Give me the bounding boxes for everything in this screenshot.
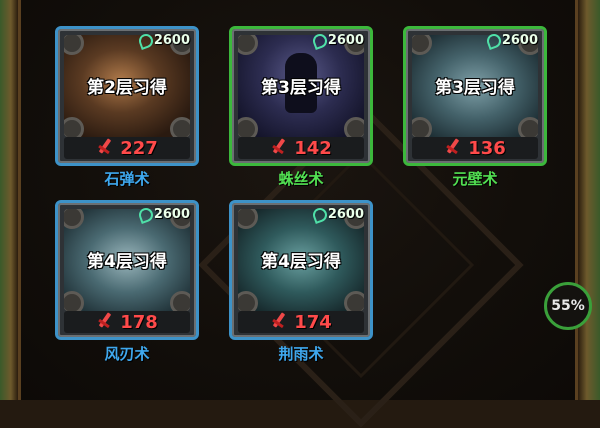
corner-swirl-icon — [344, 117, 364, 137]
jade-swirl-icon — [310, 205, 329, 224]
corner-swirl-icon — [64, 117, 84, 137]
skill-cost: 2600 — [136, 31, 190, 50]
power-bar: 174 — [238, 311, 364, 333]
power-bar: 142 — [238, 137, 364, 159]
power-value: 178 — [120, 311, 158, 333]
corner-swirl-icon — [344, 291, 364, 311]
jade-swirl-icon — [136, 31, 155, 50]
skill-card-yuanbishu[interactable]: 2600 第3层习得 136 — [403, 26, 547, 166]
corner-swirl-icon — [64, 209, 84, 229]
sword-icon — [96, 313, 114, 331]
jade-swirl-icon — [310, 31, 329, 50]
layer-requirement: 第4层习得 — [261, 252, 341, 272]
power-bar: 227 — [64, 137, 190, 159]
skill-card-shidanshu[interactable]: 2600 第2层习得 227 — [55, 26, 199, 166]
skill-card-jingyushu[interactable]: 2600 第4层习得 174 — [229, 200, 373, 340]
power-value: 227 — [120, 137, 158, 159]
cost-value: 2600 — [327, 207, 364, 222]
skill-name: 风刃术 — [104, 345, 150, 363]
cost-value: 2600 — [501, 33, 538, 48]
corner-swirl-icon — [170, 291, 190, 311]
corner-swirl-icon — [412, 35, 432, 55]
skill-name: 荆雨术 — [278, 345, 324, 363]
power-value: 174 — [294, 311, 332, 333]
skill-name: 蛛丝术 — [278, 170, 324, 188]
corner-swirl-icon — [238, 291, 258, 311]
power-value: 136 — [468, 137, 506, 159]
skill-card-fengrenshu[interactable]: 2600 第4层习得 178 — [55, 200, 199, 340]
layer-requirement: 第2层习得 — [87, 78, 167, 98]
sword-icon — [444, 139, 462, 157]
layer-requirement: 第3层习得 — [261, 78, 341, 98]
sword-icon — [270, 313, 288, 331]
layer-requirement: 第4层习得 — [87, 252, 167, 272]
corner-swirl-icon — [238, 35, 258, 55]
sword-icon — [96, 139, 114, 157]
skill-panel: 2600 第2层习得 227 石弹术 2600 第3层习得 142 蛛丝术 26… — [18, 0, 578, 428]
corner-swirl-icon — [64, 35, 84, 55]
skill-cost: 2600 — [310, 205, 364, 224]
skill-cost: 2600 — [136, 205, 190, 224]
skill-name: 石弹术 — [104, 170, 150, 188]
cost-value: 2600 — [153, 33, 190, 48]
cost-value: 2600 — [153, 207, 190, 222]
skill-name: 元壁术 — [452, 170, 498, 188]
progress-label: 55% — [551, 298, 585, 314]
layer-requirement: 第3层习得 — [435, 78, 515, 98]
jade-swirl-icon — [484, 31, 503, 50]
corner-swirl-icon — [238, 117, 258, 137]
corner-swirl-icon — [518, 117, 538, 137]
jade-swirl-icon — [136, 205, 155, 224]
skill-cost: 2600 — [484, 31, 538, 50]
sword-icon — [270, 139, 288, 157]
right-scenery-edge — [578, 0, 600, 400]
cost-value: 2600 — [327, 33, 364, 48]
corner-swirl-icon — [412, 117, 432, 137]
skill-card-zhusishu[interactable]: 2600 第3层习得 142 — [229, 26, 373, 166]
power-bar: 178 — [64, 311, 190, 333]
skill-cost: 2600 — [310, 31, 364, 50]
left-scenery-edge — [0, 0, 18, 400]
power-value: 142 — [294, 137, 332, 159]
corner-swirl-icon — [170, 117, 190, 137]
power-bar: 136 — [412, 137, 538, 159]
corner-swirl-icon — [64, 291, 84, 311]
corner-swirl-icon — [238, 209, 258, 229]
progress-indicator[interactable]: 55% — [544, 282, 592, 330]
